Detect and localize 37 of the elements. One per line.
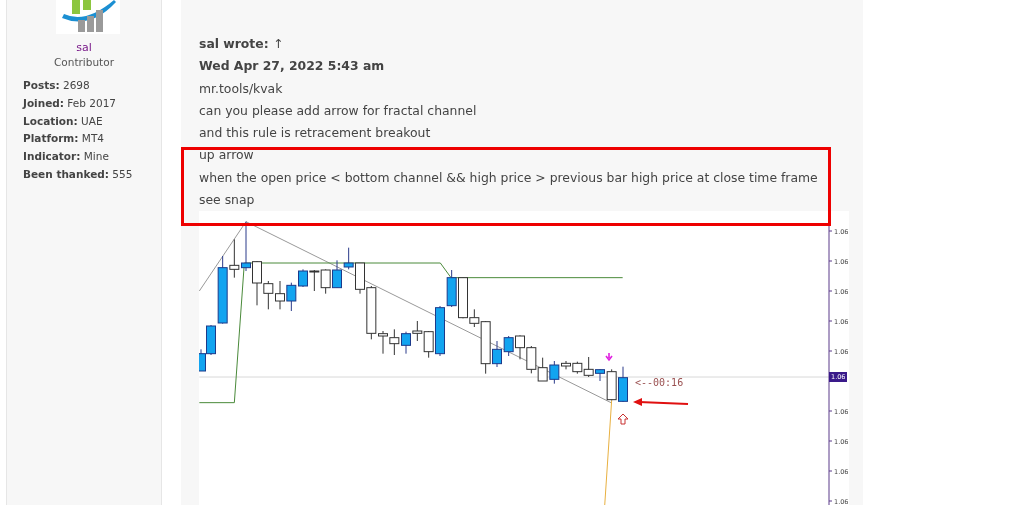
- post-text-line: can you please add arrow for fractal channel: [199, 102, 477, 118]
- profile-stat: Been thanked: 555: [23, 167, 133, 182]
- down-arrow-icon: [605, 352, 613, 362]
- quote-link[interactable]: ↑: [273, 36, 284, 51]
- quote-author: sal wrote:: [199, 36, 269, 51]
- username-link[interactable]: sal: [76, 41, 92, 54]
- profile-stat: Posts: 2698: [23, 78, 91, 93]
- profile-stat: Location: UAE: [23, 113, 104, 129]
- candle: [241, 221, 251, 272]
- candle: [537, 357, 548, 382]
- user-rank: Contributor: [54, 56, 114, 68]
- profile-stat: Joined: Feb 2017: [23, 95, 118, 111]
- candle: [332, 260, 342, 289]
- candle: [309, 269, 320, 292]
- candle: [275, 280, 285, 311]
- profile-stat: Platform: MT4: [23, 131, 105, 147]
- post-text-line: mr.tools/kvak: [199, 80, 283, 96]
- candle: [320, 269, 331, 295]
- pointer-arrow-icon: [633, 398, 689, 407]
- candle: [526, 345, 537, 375]
- quote-date: Wed Apr 27, 2022 5:43 am: [199, 58, 385, 74]
- candle: [446, 269, 457, 308]
- candle: [618, 366, 628, 403]
- candle: [389, 329, 400, 356]
- post-text-line: see snap: [199, 192, 255, 208]
- countdown-timer: <--00:16: [635, 377, 684, 389]
- candle: [503, 335, 514, 357]
- candle: [412, 320, 423, 342]
- candle: [401, 331, 411, 355]
- post-text-line: and this rule is retracement breakout: [199, 125, 431, 141]
- post-text-line: up arrow: [199, 147, 254, 163]
- profile-stat: Indicator: Mine: [23, 149, 110, 164]
- avatar-logo-icon[interactable]: [56, 0, 120, 34]
- candle: [343, 247, 354, 271]
- up-arrow-icon: [617, 413, 629, 425]
- post-text-line: when the open price < bottom channel && high price > previous bar high price at close time frame: [199, 169, 818, 185]
- candle: [515, 335, 525, 361]
